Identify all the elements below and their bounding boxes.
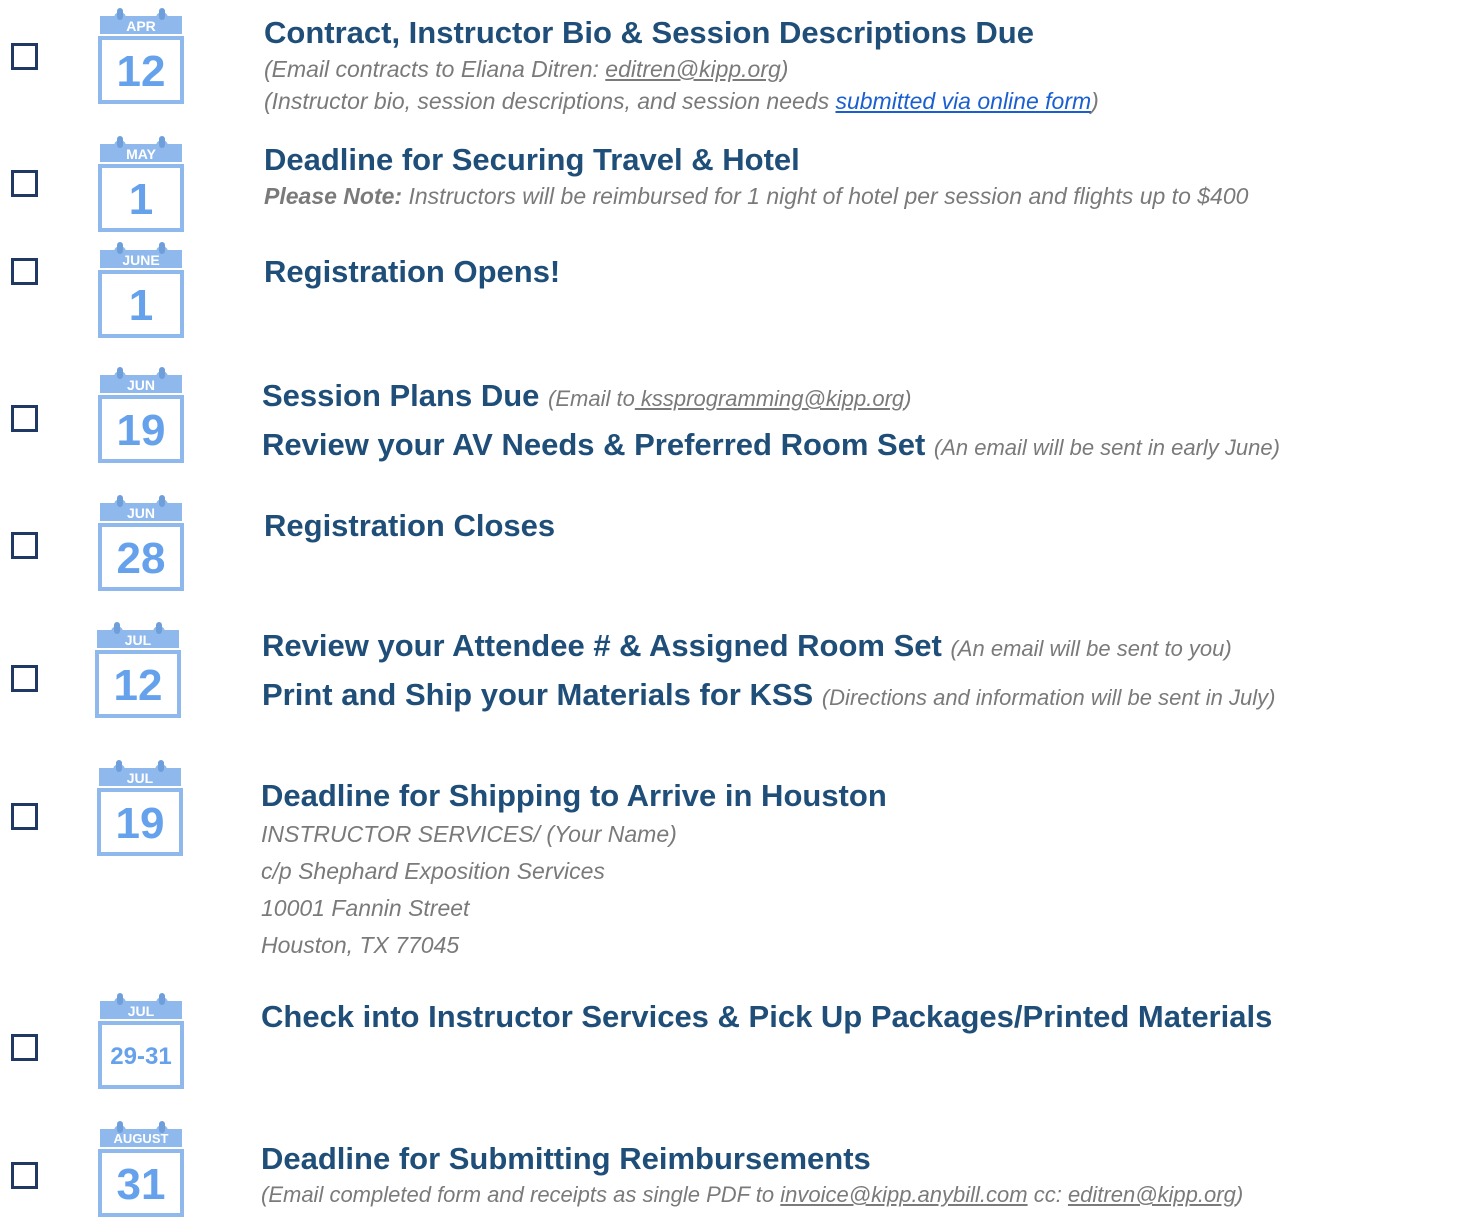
invoice-email-link[interactable]: invoice@kipp.anybill.com	[780, 1182, 1027, 1207]
item-title: Session Plans Due (Email to kssprogrammi…	[262, 378, 912, 413]
address-line: INSTRUCTOR SERVICES/ (Your Name)	[261, 821, 677, 847]
item-title: Print and Ship your Materials for KSS (D…	[262, 677, 1276, 712]
checkbox[interactable]	[11, 170, 38, 197]
item-title: Contract, Instructor Bio & Session Descr…	[264, 15, 1034, 50]
item-text: Deadline for Securing Travel & Hotel Ple…	[264, 140, 1456, 212]
item-text: Registration Closes	[264, 506, 1456, 546]
email-link[interactable]: kssprogramming@kipp.org	[635, 386, 904, 411]
calendar-month: JUN	[126, 377, 155, 393]
calendar-icon: JUL 19	[97, 760, 183, 856]
calendar-month: JUL	[126, 770, 154, 786]
item-text: Deadline for Shipping to Arrive in Houst…	[261, 776, 1456, 964]
item-text: Contract, Instructor Bio & Session Descr…	[264, 13, 1456, 117]
calendar-month: JUL	[124, 632, 152, 648]
item-title: Deadline for Shipping to Arrive in Houst…	[261, 778, 887, 813]
calendar-icon: JUNE 1	[98, 242, 184, 338]
item-text: Review your Attendee # & Assigned Room S…	[262, 626, 1456, 718]
email-link[interactable]: editren@kipp.org	[605, 56, 781, 82]
address-line: c/p Shephard Exposition Services	[261, 858, 605, 884]
calendar-month: MAY	[126, 146, 156, 162]
calendar-day: 12	[116, 47, 166, 96]
online-form-link[interactable]: submitted via online form	[835, 88, 1091, 114]
item-title: Check into Instructor Services & Pick Up…	[261, 999, 1273, 1034]
item-note: Please Note: Instructors will be reimbur…	[264, 183, 1249, 209]
cc-email-link[interactable]: editren@kipp.org	[1068, 1182, 1236, 1207]
item-title: Registration Closes	[264, 508, 556, 543]
checkbox[interactable]	[11, 665, 38, 692]
item-text: Deadline for Submitting Reimbursements (…	[261, 1139, 1456, 1211]
calendar-month: JUN	[126, 505, 155, 521]
calendar-icon: AUGUST 31	[98, 1121, 184, 1217]
item-text: Registration Opens!	[264, 252, 1456, 292]
calendar-day: 1	[128, 281, 154, 330]
calendar-icon: JUN 28	[98, 495, 184, 591]
item-note: (Instructor bio, session descriptions, a…	[264, 88, 1099, 114]
address-line: Houston, TX 77045	[261, 932, 460, 958]
item-title: Deadline for Submitting Reimbursements	[261, 1141, 871, 1176]
item-note: (Email contracts to Eliana Ditren: editr…	[264, 56, 789, 82]
address-line: 10001 Fannin Street	[261, 895, 470, 921]
item-note: (Email completed form and receipts as si…	[261, 1182, 1244, 1207]
item-text: Session Plans Due (Email to kssprogrammi…	[262, 376, 1456, 468]
calendar-day: 12	[113, 661, 163, 710]
item-title: Registration Opens!	[264, 254, 561, 289]
calendar-icon: APR 12	[98, 8, 184, 104]
calendar-day: 29-31	[110, 1043, 172, 1070]
checkbox[interactable]	[11, 258, 38, 285]
item-title: Review your AV Needs & Preferred Room Se…	[262, 427, 1280, 462]
calendar-day: 1	[128, 175, 154, 224]
checkbox[interactable]	[11, 1034, 38, 1061]
calendar-day: 28	[116, 534, 166, 583]
calendar-icon: JUL 29-31	[98, 993, 184, 1089]
checkbox[interactable]	[11, 532, 38, 559]
calendar-month: APR	[126, 18, 156, 34]
calendar-month: JUL	[127, 1003, 155, 1019]
calendar-day: 31	[116, 1160, 166, 1209]
checkbox[interactable]	[11, 405, 38, 432]
calendar-icon: JUL 12	[95, 622, 181, 718]
calendar-day: 19	[116, 406, 166, 455]
item-text: Check into Instructor Services & Pick Up…	[261, 997, 1456, 1037]
item-title: Review your Attendee # & Assigned Room S…	[262, 628, 1232, 663]
calendar-icon: JUN 19	[98, 367, 184, 463]
calendar-day: 19	[115, 799, 165, 848]
checkbox[interactable]	[11, 1162, 38, 1189]
calendar-icon: MAY 1	[98, 136, 184, 232]
checkbox[interactable]	[11, 803, 38, 830]
checkbox[interactable]	[11, 43, 38, 70]
item-title: Deadline for Securing Travel & Hotel	[264, 142, 800, 177]
calendar-month: JUNE	[122, 252, 160, 268]
calendar-month: AUGUST	[113, 1131, 169, 1146]
